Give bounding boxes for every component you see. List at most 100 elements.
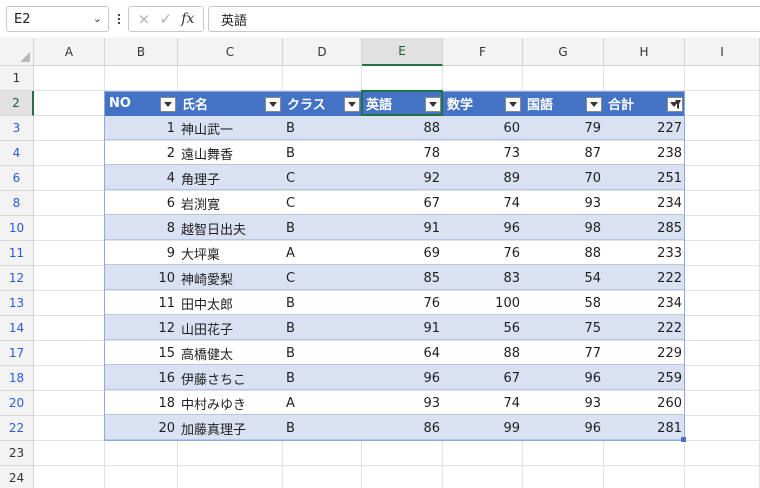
cell-no[interactable]: 11: [105, 291, 178, 316]
cell-no[interactable]: 12: [105, 316, 178, 341]
cell-name[interactable]: 角理子: [178, 166, 283, 191]
cell-total[interactable]: 259: [604, 366, 685, 391]
cell-name[interactable]: 神山武一: [178, 116, 283, 141]
cell-total[interactable]: 260: [604, 391, 685, 416]
row-header-14[interactable]: 14: [0, 316, 34, 341]
row-header-1[interactable]: 1: [0, 66, 34, 91]
row-header-4[interactable]: 4: [0, 141, 34, 166]
cell-english[interactable]: 67: [362, 191, 443, 216]
cell-no[interactable]: 2: [105, 141, 178, 166]
cell-japanese[interactable]: 75: [523, 316, 604, 341]
cell-name[interactable]: 加藤真理子: [178, 416, 283, 441]
cell-english[interactable]: 91: [362, 316, 443, 341]
formula-input[interactable]: 英語: [208, 6, 760, 32]
row-header-24[interactable]: 24: [0, 466, 34, 488]
cell-no[interactable]: 18: [105, 391, 178, 416]
cell-english[interactable]: 88: [362, 116, 443, 141]
cell-total[interactable]: 222: [604, 266, 685, 291]
cell-total[interactable]: 281: [604, 416, 685, 441]
cell-math[interactable]: 74: [443, 191, 523, 216]
cell-class[interactable]: B: [283, 366, 362, 391]
cell-math[interactable]: 89: [443, 166, 523, 191]
row-header-20[interactable]: 20: [0, 391, 34, 416]
cell-japanese[interactable]: 54: [523, 266, 604, 291]
select-all-button[interactable]: [0, 38, 34, 66]
column-header-a[interactable]: A: [34, 38, 105, 66]
cell-math[interactable]: 96: [443, 216, 523, 241]
row-header-10[interactable]: 10: [0, 216, 34, 241]
cell-class[interactable]: B: [283, 141, 362, 166]
filter-dropdown-icon[interactable]: [586, 97, 602, 112]
cell-japanese[interactable]: 96: [523, 366, 604, 391]
insert-function-icon[interactable]: fx: [181, 11, 194, 27]
cell-class[interactable]: B: [283, 291, 362, 316]
cell-math[interactable]: 67: [443, 366, 523, 391]
cell-no[interactable]: 4: [105, 166, 178, 191]
cell-japanese[interactable]: 93: [523, 191, 604, 216]
filter-dropdown-icon[interactable]: [160, 97, 176, 112]
cell-english[interactable]: 76: [362, 291, 443, 316]
column-header-h[interactable]: H: [604, 38, 685, 66]
cell-english[interactable]: 85: [362, 266, 443, 291]
cell-name[interactable]: 遠山舞香: [178, 141, 283, 166]
cell-total[interactable]: 234: [604, 291, 685, 316]
name-box[interactable]: E2 ⌄: [6, 6, 109, 32]
cell-total[interactable]: 222: [604, 316, 685, 341]
cell-name[interactable]: 山田花子: [178, 316, 283, 341]
cell-english[interactable]: 78: [362, 141, 443, 166]
cell-japanese[interactable]: 77: [523, 341, 604, 366]
cell-math[interactable]: 100: [443, 291, 523, 316]
row-header-13[interactable]: 13: [0, 291, 34, 316]
cell-no[interactable]: 6: [105, 191, 178, 216]
cell-english[interactable]: 92: [362, 166, 443, 191]
cell-english[interactable]: 93: [362, 391, 443, 416]
cell-class[interactable]: B: [283, 316, 362, 341]
cell-english[interactable]: 96: [362, 366, 443, 391]
cell-name[interactable]: 田中太郎: [178, 291, 283, 316]
column-header-i[interactable]: I: [685, 38, 760, 66]
cell-class[interactable]: B: [283, 216, 362, 241]
enter-icon[interactable]: ✓: [159, 11, 172, 27]
column-header-f[interactable]: F: [443, 38, 523, 66]
row-header-11[interactable]: 11: [0, 241, 34, 266]
cell-math[interactable]: 88: [443, 341, 523, 366]
cell-total[interactable]: 251: [604, 166, 685, 191]
column-header-b[interactable]: B: [105, 38, 178, 66]
cell-class[interactable]: C: [283, 191, 362, 216]
cell-name[interactable]: 岩渕寛: [178, 191, 283, 216]
cell-no[interactable]: 15: [105, 341, 178, 366]
cell-total[interactable]: 227: [604, 116, 685, 141]
filter-dropdown-icon[interactable]: [265, 97, 281, 112]
cell-total[interactable]: 229: [604, 341, 685, 366]
cell-japanese[interactable]: 70: [523, 166, 604, 191]
cell-no[interactable]: 9: [105, 241, 178, 266]
chevron-down-icon[interactable]: ⌄: [93, 12, 102, 25]
cell-japanese[interactable]: 87: [523, 141, 604, 166]
column-header-d[interactable]: D: [283, 38, 362, 66]
column-header-c[interactable]: C: [178, 38, 283, 66]
cell-name[interactable]: 越智日出夫: [178, 216, 283, 241]
row-header-18[interactable]: 18: [0, 366, 34, 391]
row-header-23[interactable]: 23: [0, 441, 34, 466]
cell-no[interactable]: 16: [105, 366, 178, 391]
column-header-g[interactable]: G: [523, 38, 604, 66]
column-header-e[interactable]: E: [362, 38, 443, 66]
row-header-17[interactable]: 17: [0, 341, 34, 366]
cell-math[interactable]: 83: [443, 266, 523, 291]
cell-english[interactable]: 69: [362, 241, 443, 266]
cell-name[interactable]: 伊藤さちこ: [178, 366, 283, 391]
cell-class[interactable]: A: [283, 241, 362, 266]
row-header-22[interactable]: 22: [0, 416, 34, 441]
cell-no[interactable]: 20: [105, 416, 178, 441]
cell-total[interactable]: 285: [604, 216, 685, 241]
cell-class[interactable]: B: [283, 416, 362, 441]
cell-class[interactable]: C: [283, 266, 362, 291]
cell-english[interactable]: 91: [362, 216, 443, 241]
cell-japanese[interactable]: 93: [523, 391, 604, 416]
cell-no[interactable]: 1: [105, 116, 178, 141]
cell-japanese[interactable]: 58: [523, 291, 604, 316]
row-header-2[interactable]: 2: [0, 91, 34, 116]
cell-japanese[interactable]: 96: [523, 416, 604, 441]
cell-english[interactable]: 86: [362, 416, 443, 441]
cancel-icon[interactable]: ×: [138, 11, 151, 27]
